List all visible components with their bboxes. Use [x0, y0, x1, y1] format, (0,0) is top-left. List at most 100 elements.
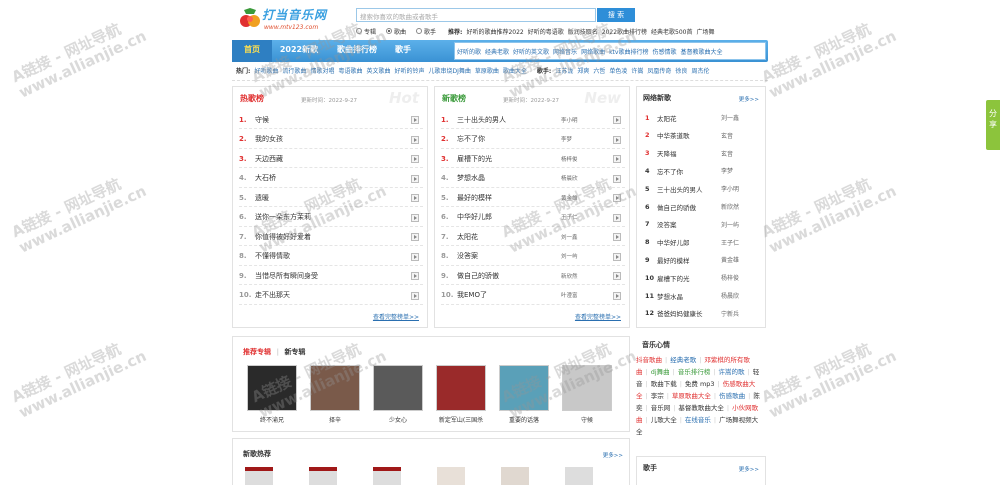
singer-link[interactable]: 凤凰传奇	[647, 66, 671, 76]
song-title[interactable]: 没答案	[457, 251, 478, 261]
singer-link[interactable]: 六哲	[593, 66, 605, 76]
play-icon[interactable]	[613, 174, 621, 183]
chart-row[interactable]: 1. 三十出头的男人 李小明	[441, 111, 625, 129]
nav-2022-new[interactable]: 2022新歌	[272, 40, 326, 62]
sub-nav-link[interactable]: 基督教歌曲大全	[680, 47, 722, 56]
album-name[interactable]: 新定军山(三国杀	[436, 415, 486, 424]
radio-song[interactable]: 歌曲	[386, 27, 406, 36]
nav-singer[interactable]: 歌手	[388, 40, 418, 62]
artist-name[interactable]: 叶澄富	[561, 291, 578, 299]
song-title[interactable]: 三十出头的男人	[657, 184, 703, 194]
net-song-row[interactable]: 5 三十出头的男人 李小明	[645, 180, 763, 197]
search-button[interactable]: 搜 索	[597, 8, 635, 22]
song-title[interactable]: 最好的模样	[457, 193, 492, 203]
artist-name[interactable]: 宁新兵	[721, 309, 739, 318]
play-icon[interactable]	[411, 233, 419, 241]
song-title[interactable]: 太阳花	[457, 232, 478, 242]
chart-row[interactable]: 1. 守候	[239, 111, 423, 129]
song-title[interactable]: 太阳花	[657, 113, 677, 123]
artist-name[interactable]: 新欣然	[561, 272, 578, 280]
chart-row[interactable]: 9. 做自己的骄傲 新欣然	[441, 267, 625, 285]
recommend-link[interactable]: 好听的歌曲推荐2022	[466, 27, 523, 36]
hot-link[interactable]: 流行歌曲	[282, 66, 306, 76]
song-title[interactable]: 中华茶道歌	[657, 130, 690, 140]
nav-home[interactable]: 首页	[232, 40, 272, 62]
mood-tag[interactable]: 基督教歌曲大全	[678, 404, 724, 412]
net-song-row[interactable]: 8 中华好儿郎 王子仁	[645, 234, 763, 251]
singer-link[interactable]: 许嵩	[631, 66, 643, 76]
song-title[interactable]: 大石桥	[255, 173, 276, 183]
play-icon[interactable]	[613, 135, 621, 144]
album-card[interactable]: 重要的话落	[499, 365, 549, 424]
radio-album[interactable]: 专辑	[356, 27, 376, 36]
song-title[interactable]: 梦想水晶	[457, 173, 485, 183]
album-cover[interactable]	[310, 365, 360, 411]
album-name[interactable]: 重要的话落	[499, 415, 549, 424]
chart-row[interactable]: 10. 走不出那天	[239, 287, 423, 305]
sub-nav-link[interactable]: 好听的歌	[457, 47, 481, 56]
net-song-row[interactable]: 7 没答案 刘一屿	[645, 216, 763, 233]
play-icon[interactable]	[411, 116, 419, 124]
album-card[interactable]: 守候	[562, 365, 612, 424]
album-cover[interactable]	[436, 365, 486, 411]
artist-name[interactable]: 刘一屿	[721, 220, 739, 229]
album-cover[interactable]	[499, 365, 549, 411]
recommend-link[interactable]: 广场舞	[697, 27, 715, 36]
song-title[interactable]: 当惜尽所有瞬间身受	[255, 271, 318, 281]
album-card[interactable]: 新定军山(三国杀	[436, 365, 486, 424]
net-song-row[interactable]: 9 最好的模样 黄金雄	[645, 251, 763, 268]
artist-name[interactable]: 新欣然	[721, 202, 739, 211]
play-icon[interactable]	[613, 291, 621, 300]
artist-name[interactable]: 王子仁	[561, 213, 578, 221]
mood-tag[interactable]: dj舞曲	[651, 368, 670, 376]
song-title[interactable]: 你值得被好好爱着	[255, 232, 311, 242]
play-icon[interactable]	[613, 194, 621, 202]
play-icon[interactable]	[411, 174, 419, 183]
tab-recommend-albums[interactable]: 推荐专辑	[243, 348, 271, 356]
play-icon[interactable]	[411, 252, 419, 261]
chart-row[interactable]: 2. 我的女孩	[239, 131, 423, 149]
song-title[interactable]: 做自己的骄傲	[457, 271, 499, 281]
singer-link[interactable]: 郑爽	[577, 66, 589, 76]
mood-tag[interactable]: 抖音歌曲	[636, 356, 662, 364]
recommend-link[interactable]: 2022歌曲排行榜	[602, 27, 647, 36]
album-cover[interactable]	[247, 365, 297, 411]
chart-row[interactable]: 7. 你值得被好好爱着	[239, 228, 423, 246]
recommend-link[interactable]: 版润技取名	[568, 27, 598, 36]
play-icon[interactable]	[613, 213, 621, 222]
search-input[interactable]: 搜索你喜欢的歌曲或者歌手	[356, 8, 596, 22]
song-title[interactable]: 天边西藏	[255, 154, 283, 164]
artist-name[interactable]: 杨梓俊	[721, 273, 739, 282]
mood-tag[interactable]: 在线音乐	[685, 416, 711, 424]
sub-nav-link[interactable]: 伤感情歌	[652, 47, 676, 56]
song-title[interactable]: 走不出那天	[255, 290, 290, 300]
sub-nav-link[interactable]: ktv歌曲排行榜	[609, 47, 648, 56]
net-song-row[interactable]: 2 中华茶道歌 玄音	[645, 127, 763, 144]
singer-link[interactable]: 汪苏泷	[555, 66, 573, 76]
chart-row[interactable]: 3. 天边西藏	[239, 150, 423, 168]
mood-tag[interactable]: 伤感歌曲	[719, 392, 745, 400]
play-icon[interactable]	[613, 252, 621, 261]
radio-singer[interactable]: 歌手	[416, 27, 436, 36]
hot-link[interactable]: 英文歌曲	[366, 66, 390, 76]
artist-name[interactable]: 黄金雄	[721, 255, 739, 264]
sub-nav-link[interactable]: 好听的英文歌	[513, 47, 549, 56]
album-card[interactable]: 择辛	[310, 365, 360, 424]
tab-new-albums[interactable]: 新专辑	[284, 348, 305, 356]
net-song-row[interactable]: 12 爸爸妈妈健康长 宁新兵	[645, 305, 763, 322]
site-logo[interactable]: 打当音乐网 www.mtv123.com	[238, 4, 356, 34]
album-cover[interactable]	[562, 365, 612, 411]
song-thumb[interactable]	[501, 467, 529, 485]
nav-chart[interactable]: 歌曲排行榜	[326, 40, 388, 62]
song-title[interactable]: 忘不了你	[657, 166, 683, 176]
album-card[interactable]: 少女心	[373, 365, 423, 424]
net-song-row[interactable]: 10 雇槽下的光 杨梓俊	[645, 269, 763, 286]
hot-link[interactable]: 草原歌曲	[475, 66, 499, 76]
chart-row[interactable]: 9. 当惜尽所有瞬间身受	[239, 267, 423, 285]
song-thumb[interactable]	[565, 467, 593, 485]
sub-nav-link[interactable]: 网络音乐	[553, 47, 577, 56]
song-title[interactable]: 最好的模样	[657, 255, 690, 265]
album-name[interactable]: 守候	[562, 415, 612, 424]
artist-name[interactable]: 黄金雄	[561, 194, 578, 202]
hot-link[interactable]: 好听歌曲	[254, 66, 278, 76]
